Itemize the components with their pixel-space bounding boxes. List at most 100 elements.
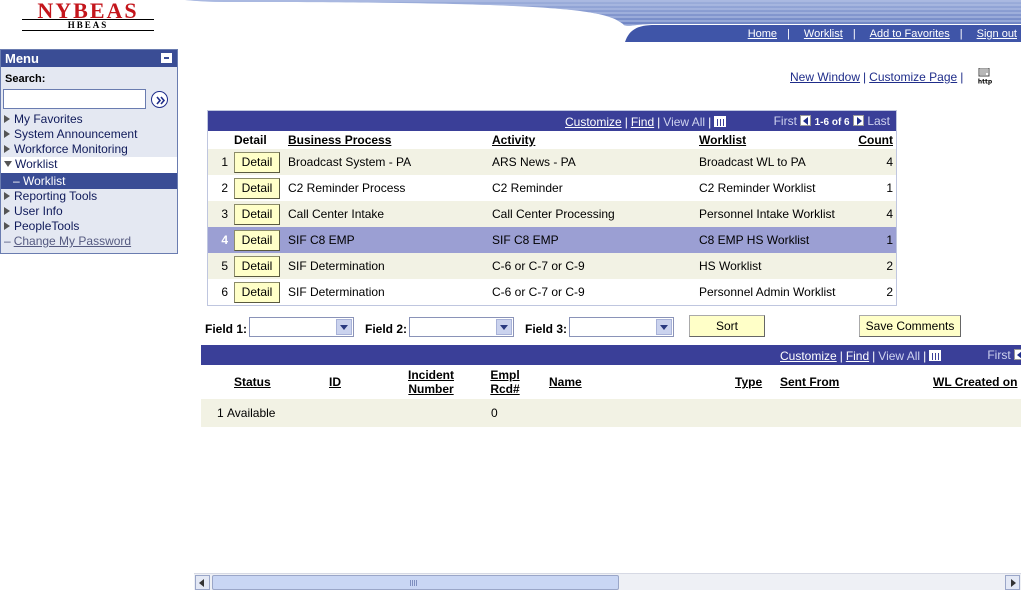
business-process-header[interactable]: Business Process xyxy=(284,131,488,149)
search-go-button[interactable] xyxy=(151,91,168,108)
count-header[interactable]: Count xyxy=(845,131,896,149)
expand-arrow-icon xyxy=(4,115,10,123)
download-grid-icon[interactable] xyxy=(929,350,942,361)
header-separator: | xyxy=(959,28,963,40)
menu-item-label: User Info xyxy=(14,204,63,218)
collapse-icon[interactable] xyxy=(161,53,172,63)
expand-arrow-icon xyxy=(4,192,10,200)
worklist-detail-grid: Customize | Find | View All | First Status ID… xyxy=(201,345,1021,427)
worklist-link[interactable]: Worklist xyxy=(804,28,843,42)
download-grid-icon[interactable] xyxy=(714,116,727,127)
business-process-cell: Broadcast System - PA xyxy=(284,149,488,175)
field-2-select[interactable] xyxy=(409,317,514,337)
activity-cell: C-6 or C-7 or C-9 xyxy=(488,279,695,305)
menu-item-user-info[interactable]: User Info xyxy=(1,204,177,219)
field-3-label: Field 3: xyxy=(525,322,568,336)
empl-rcd-cell: 0 xyxy=(491,406,498,420)
previous-row-icon[interactable] xyxy=(800,115,812,126)
header-label: Rcd# xyxy=(490,382,520,396)
nav-separator: | xyxy=(657,115,661,129)
first-label: First xyxy=(773,114,797,128)
detail-table-header: Status ID Incident Number Empl Rcd# Name T… xyxy=(201,367,1021,397)
table-row[interactable]: 1 Detail Broadcast System - PA ARS News … xyxy=(208,149,896,175)
detail-cell: Detail xyxy=(230,149,284,175)
menu-item-workforce-monitoring[interactable]: Workforce Monitoring xyxy=(1,142,177,157)
detail-button[interactable]: Detail xyxy=(234,203,280,225)
name-header[interactable]: Name xyxy=(549,375,582,389)
count-cell: 4 xyxy=(845,201,896,227)
find-link[interactable]: Find xyxy=(846,349,869,363)
table-row[interactable]: 1 Available 0 xyxy=(201,399,1021,427)
scroll-right-icon[interactable] xyxy=(1005,575,1020,590)
nav-separator: | xyxy=(872,349,876,363)
worklist-header[interactable]: Worklist xyxy=(695,131,845,149)
next-row-icon[interactable] xyxy=(852,115,864,126)
table-row[interactable]: 5 Detail SIF Determination C-6 or C-7 or… xyxy=(208,253,896,279)
table-row[interactable]: 6 Detail SIF Determination C-6 or C-7 or… xyxy=(208,279,896,305)
sign-out-link[interactable]: Sign out xyxy=(977,28,1017,42)
detail-button[interactable]: Detail xyxy=(234,177,280,199)
table-row-selected[interactable]: 4 Detail SIF C8 EMP SIF C8 EMP C8 EMP HS… xyxy=(208,227,896,253)
left-menu: Menu Search: My Favorites System Announc… xyxy=(0,49,178,254)
incident-number-header[interactable]: Incident Number xyxy=(407,368,455,396)
home-link[interactable]: Home xyxy=(748,28,777,42)
new-window-link[interactable]: New Window xyxy=(790,70,860,84)
field-3-select[interactable] xyxy=(569,317,674,337)
grid-pager: First xyxy=(987,348,1021,362)
detail-button[interactable]: Detail xyxy=(234,255,280,277)
menu-item-reporting-tools[interactable]: Reporting Tools xyxy=(1,189,177,204)
detail-cell: Detail xyxy=(230,253,284,279)
wl-created-on-header[interactable]: WL Created on xyxy=(933,375,1017,389)
http-icon[interactable]: http xyxy=(976,68,994,85)
sort-button[interactable]: Sort xyxy=(689,315,765,337)
menu-item-system-announcement[interactable]: System Announcement xyxy=(1,127,177,142)
detail-cell: Detail xyxy=(230,227,284,253)
chevron-down-icon[interactable] xyxy=(496,319,512,335)
field-1-select[interactable] xyxy=(249,317,354,337)
save-comments-button[interactable]: Save Comments xyxy=(859,315,961,337)
last-label: Last xyxy=(867,114,890,128)
search-label: Search: xyxy=(5,73,46,85)
menu-item-peopletools[interactable]: PeopleTools xyxy=(1,219,177,234)
table-row[interactable]: 3 Detail Call Center Intake Call Center … xyxy=(208,201,896,227)
sent-from-header[interactable]: Sent From xyxy=(780,375,839,389)
scrollbar-thumb[interactable] xyxy=(212,575,619,590)
menu-item-worklist-folder[interactable]: Worklist xyxy=(1,157,177,172)
worklist-cell: Personnel Admin Worklist xyxy=(695,279,845,305)
customize-page-link[interactable]: Customize Page xyxy=(869,70,957,84)
chevron-down-icon[interactable] xyxy=(656,319,672,335)
customize-link[interactable]: Customize xyxy=(780,349,837,363)
horizontal-scrollbar[interactable] xyxy=(194,573,1021,590)
detail-button[interactable]: Detail xyxy=(234,151,280,173)
view-all-link[interactable]: View All xyxy=(878,349,920,363)
detail-button[interactable]: Detail xyxy=(234,229,280,251)
count-cell: 2 xyxy=(845,279,896,305)
menu-item-worklist[interactable]: – Worklist xyxy=(1,172,177,189)
customize-link[interactable]: Customize xyxy=(565,115,622,129)
header-label: Worklist xyxy=(699,133,747,147)
header-label: Number xyxy=(408,382,454,396)
worklist-cell: C2 Reminder Worklist xyxy=(695,175,845,201)
detail-button[interactable]: Detail xyxy=(234,281,280,303)
status-header[interactable]: Status xyxy=(234,375,271,389)
menu-search-input[interactable] xyxy=(3,89,146,109)
scroll-left-icon[interactable] xyxy=(195,575,210,590)
empl-rcd-header[interactable]: Empl Rcd# xyxy=(490,368,520,396)
find-link[interactable]: Find xyxy=(631,115,654,129)
view-all-link[interactable]: View All xyxy=(663,115,705,129)
header-nav: Home | Worklist | Add to Favorites | Sig… xyxy=(734,28,1017,42)
id-header[interactable]: ID xyxy=(329,375,341,389)
add-to-favorites-link[interactable]: Add to Favorites xyxy=(870,28,950,42)
previous-row-icon[interactable] xyxy=(1014,349,1021,360)
grid-navigation-bar: Customize | Find | View All | First xyxy=(201,345,1021,365)
row-number: 1 xyxy=(208,149,230,175)
double-chevron-right-icon xyxy=(156,96,166,105)
chevron-down-icon[interactable] xyxy=(336,319,352,335)
activity-header[interactable]: Activity xyxy=(488,131,695,149)
business-process-cell: SIF Determination xyxy=(284,253,488,279)
menu-item-change-password[interactable]: – Change My Password xyxy=(1,234,177,249)
menu-item-my-favorites[interactable]: My Favorites xyxy=(1,112,177,127)
type-header[interactable]: Type xyxy=(735,375,762,389)
field-2-label: Field 2: xyxy=(365,322,408,336)
table-row[interactable]: 2 Detail C2 Reminder Process C2 Reminder… xyxy=(208,175,896,201)
